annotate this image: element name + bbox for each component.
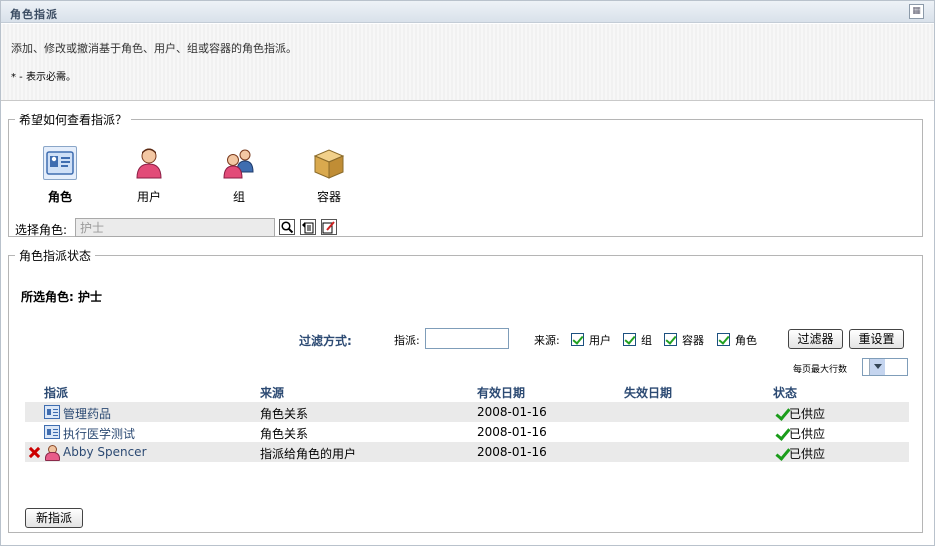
role-icon <box>44 425 60 439</box>
column-header-expiry-date[interactable]: 失效日期 <box>624 384 672 401</box>
status-section-legend: 角色指派状态 <box>19 249 92 263</box>
status-cell: 已供应 <box>775 405 825 422</box>
source-cell: 角色关系 <box>260 407 309 421</box>
status-cell: 已供应 <box>775 425 825 442</box>
view-assignments-section: 希望如何查看指派？ 角色 用户 组 容器 选择角色: 护士 <box>8 111 923 237</box>
effective-date-cell: 2008-01-16 <box>477 405 547 419</box>
select-role-input[interactable] <box>75 218 275 237</box>
column-header-effective-date[interactable]: 有效日期 <box>477 384 525 401</box>
role-icon <box>44 405 60 419</box>
checkbox-label: 用户 <box>589 334 611 347</box>
grid-icon[interactable]: ▦ <box>909 4 924 19</box>
role-assignment-panel: 角色指派 ▦ 添加、修改或撤消基于角色、用户、组或容器的角色指派。 * - 表示… <box>0 0 935 546</box>
chevron-down-icon[interactable] <box>869 359 885 375</box>
checkbox[interactable] <box>664 333 677 346</box>
source-cell: 角色关系 <box>260 427 309 441</box>
check-icon <box>775 407 789 419</box>
view-option-label: 容器 <box>316 190 341 204</box>
checkbox[interactable] <box>717 333 730 346</box>
select-role-label: 选择角色: <box>15 223 68 237</box>
checkbox-label: 角色 <box>735 334 757 347</box>
rows-per-page-label: 每页最大行数 <box>793 365 848 375</box>
status-text: 已供应 <box>789 447 826 461</box>
view-option-label: 组 <box>232 190 245 204</box>
view-option-role[interactable]: 角色 <box>30 146 90 205</box>
title-bar: 角色指派 ▦ <box>1 1 934 23</box>
page-title: 角色指派 <box>10 8 58 21</box>
reset-button[interactable]: 重设置 <box>849 329 904 349</box>
status-text: 已供应 <box>789 427 826 441</box>
assignment-link[interactable]: 执行医学测试 <box>63 425 135 442</box>
selected-role-text: 所选角色: 护士 <box>21 290 102 304</box>
new-assignment-button[interactable]: 新指派 <box>25 508 83 528</box>
check-icon <box>775 427 789 439</box>
checkbox-label: 组 <box>641 334 652 347</box>
rows-per-page-select[interactable]: 25 <box>862 358 908 376</box>
source-filter-label: 来源: <box>534 334 560 347</box>
view-option-group[interactable]: 组 <box>209 146 269 205</box>
user-icon <box>44 445 60 461</box>
intro-panel: 添加、修改或撤消基于角色、用户、组或容器的角色指派。 * - 表示必需。 <box>1 24 934 101</box>
assignment-status-section: 角色指派状态 所选角色: 护士 过滤方式: 指派: 来源: 用户 组 容器 角色… <box>8 247 923 533</box>
effective-date-cell: 2008-01-16 <box>477 445 547 459</box>
view-option-label: 角色 <box>47 190 72 204</box>
assignment-link[interactable]: Abby Spencer <box>63 445 147 459</box>
assignment-link[interactable]: 管理药品 <box>63 405 111 422</box>
check-icon <box>775 447 789 459</box>
search-icon[interactable] <box>279 219 295 235</box>
edit-icon[interactable] <box>321 219 337 235</box>
view-option-container[interactable]: 容器 <box>299 146 359 205</box>
column-header-status[interactable]: 状态 <box>773 384 797 401</box>
table-row[interactable]: 执行医学测试 角色关系 2008-01-16 已供应 <box>25 422 909 442</box>
view-option-label: 用户 <box>136 190 161 204</box>
status-text: 已供应 <box>789 407 826 421</box>
filter-button[interactable]: 过滤器 <box>788 329 843 349</box>
view-option-user[interactable]: 用户 <box>119 146 179 205</box>
required-note: * - 表示必需。 <box>11 72 76 83</box>
source-checkbox-group[interactable]: 组 <box>623 332 652 348</box>
table-header: 指派 来源 有效日期 失效日期 状态 <box>25 384 909 402</box>
checkbox[interactable] <box>623 333 636 346</box>
role-icon <box>43 146 77 180</box>
assign-filter-input[interactable] <box>425 328 509 349</box>
status-cell: 已供应 <box>775 445 825 462</box>
filter-label: 过滤方式: <box>299 334 352 348</box>
source-cell: 指派给角色的用户 <box>260 447 357 461</box>
history-icon[interactable] <box>300 219 316 235</box>
column-header-source[interactable]: 来源 <box>260 384 284 401</box>
source-checkbox-user[interactable]: 用户 <box>571 332 611 348</box>
view-section-legend: 希望如何查看指派？ <box>19 113 128 127</box>
table-row[interactable]: Abby Spencer 指派给角色的用户 2008-01-16 已供应 <box>25 442 909 462</box>
page-description: 添加、修改或撤消基于角色、用户、组或容器的角色指派。 <box>11 42 297 55</box>
user-icon <box>132 146 166 180</box>
group-icon <box>222 146 256 180</box>
source-checkbox-container[interactable]: 容器 <box>664 332 704 348</box>
table-row[interactable]: 管理药品 角色关系 2008-01-16 已供应 <box>25 402 909 422</box>
remove-icon[interactable] <box>29 447 40 458</box>
container-icon <box>312 146 346 180</box>
column-header-assignment[interactable]: 指派 <box>44 384 68 401</box>
checkbox[interactable] <box>571 333 584 346</box>
checkbox-label: 容器 <box>682 334 704 347</box>
effective-date-cell: 2008-01-16 <box>477 425 547 439</box>
assign-filter-label: 指派: <box>394 334 420 347</box>
source-checkbox-role[interactable]: 角色 <box>717 332 757 348</box>
